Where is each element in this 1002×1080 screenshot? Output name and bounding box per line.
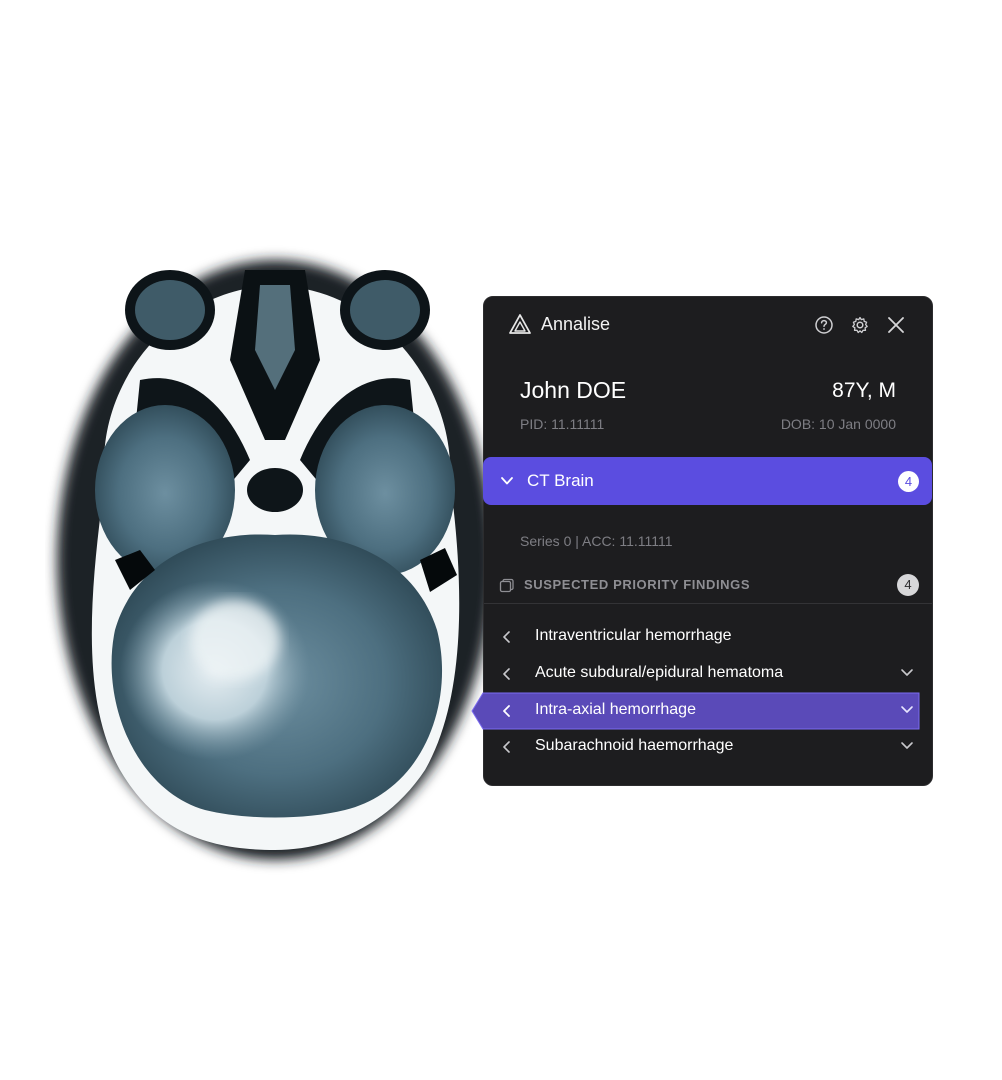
stack-icon <box>499 578 514 593</box>
section-label: SUSPECTED PRIORITY FINDINGS <box>524 577 751 592</box>
chevron-down-icon[interactable] <box>900 741 914 750</box>
study-label: CT Brain <box>527 471 594 490</box>
finding-item-intraventricular-hemorrhage[interactable]: Intraventricular hemorrhage <box>484 619 932 655</box>
finding-item-subarachnoid-haemorrhage[interactable]: Subarachnoid haemorrhage <box>484 729 932 765</box>
series-info: Series 0 | ACC: 11.11111 <box>520 533 673 549</box>
chevron-down-icon[interactable] <box>900 668 914 677</box>
patient-dob: DOB: 10 Jan 0000 <box>780 416 896 432</box>
panel-header: Annalise <box>484 297 932 353</box>
study-count-badge: 4 <box>898 471 919 492</box>
finding-label: Subarachnoid haemorrhage <box>535 737 734 754</box>
patient-id: PID: 11.11111 <box>520 416 605 432</box>
patient-name: John DOE <box>520 377 627 403</box>
chevron-left-icon[interactable] <box>502 704 511 718</box>
brand-name: Annalise <box>541 314 611 334</box>
logo-triangle-icon <box>509 314 531 334</box>
chevron-left-icon[interactable] <box>502 630 511 644</box>
finding-item-intra-axial-hemorrhage[interactable]: Intra-axial hemorrhage <box>471 692 932 730</box>
close-icon[interactable] <box>886 315 906 335</box>
finding-item-acute-subdural-epidural-hematoma[interactable]: Acute subdural/epidural hematoma <box>484 656 932 692</box>
patient-age-sex: 87Y, M <box>832 379 896 402</box>
chevron-left-icon[interactable] <box>502 667 511 681</box>
gear-icon[interactable] <box>850 315 870 335</box>
finding-label: Intra-axial hemorrhage <box>535 701 696 718</box>
chevron-left-icon[interactable] <box>502 740 511 754</box>
ct-brain-scan-image <box>57 260 493 860</box>
finding-label: Acute subdural/epidural hematoma <box>535 664 784 681</box>
chevron-down-icon <box>501 477 513 485</box>
finding-label: Intraventricular hemorrhage <box>535 627 732 644</box>
annalise-panel: Annalise John DOE 87Y, M PID: 11.11111 D… <box>471 296 933 786</box>
chevron-down-icon[interactable] <box>900 705 914 714</box>
suspected-priority-findings-header: SUSPECTED PRIORITY FINDINGS 4 <box>484 569 932 604</box>
study-header-ct-brain[interactable]: CT Brain 4 <box>483 457 932 505</box>
help-icon[interactable] <box>814 315 834 335</box>
findings-count-badge: 4 <box>897 574 919 596</box>
